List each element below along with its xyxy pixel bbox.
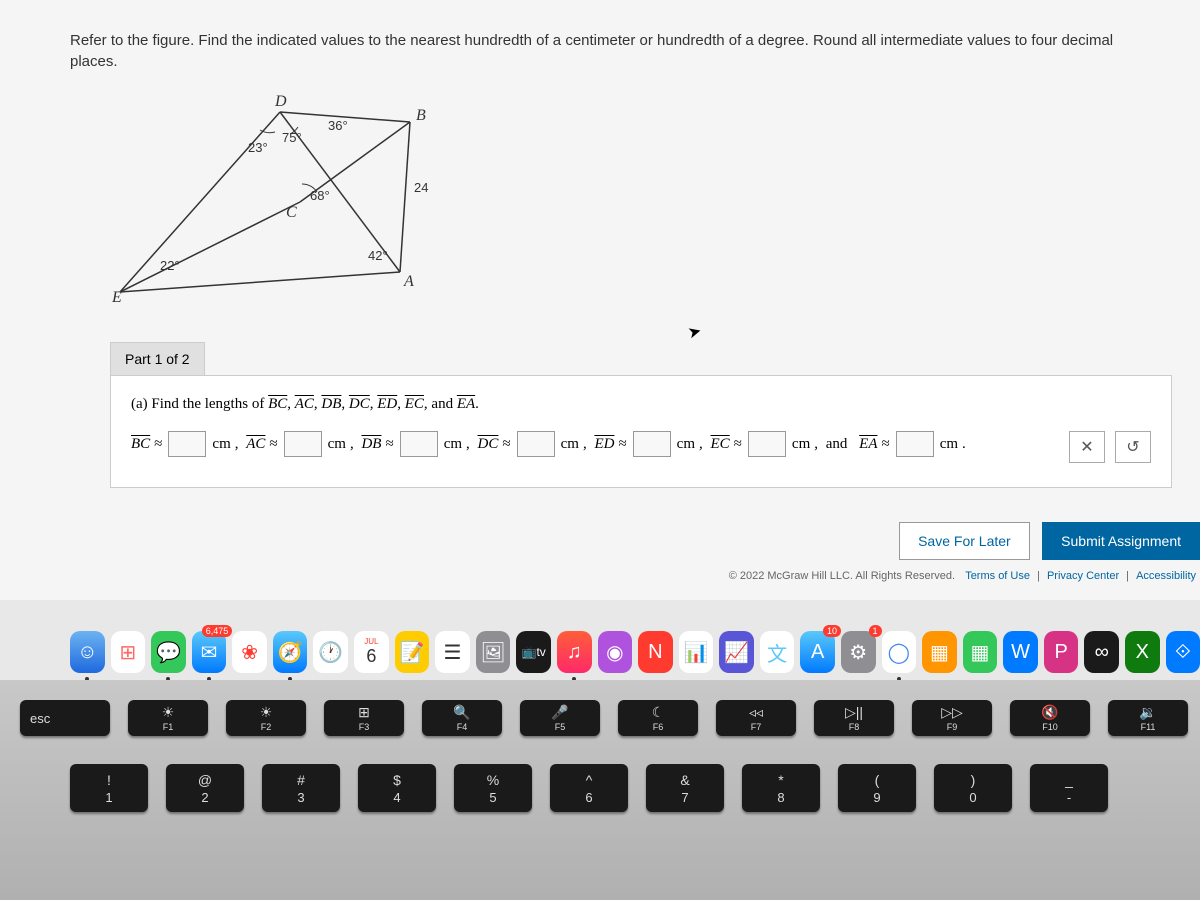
esc-key: esc: [20, 700, 110, 736]
appstore-icon[interactable]: A10: [800, 631, 835, 673]
launchpad-icon[interactable]: ⊞: [111, 631, 146, 673]
key-f11: 🔉F11: [1108, 700, 1188, 736]
podcasts-icon[interactable]: ◉: [598, 631, 633, 673]
reset-button[interactable]: ↺: [1115, 431, 1151, 463]
macos-dock: ☺ ⊞ 💬 ✉6,475 ❀ 🧭 🕐 JUL6 📝 ☰ 🖼 📺tv ♫ ◉ N …: [70, 626, 1200, 678]
reset-icon: ↺: [1126, 437, 1139, 457]
app3-icon[interactable]: ∞: [1084, 631, 1119, 673]
stocks-icon[interactable]: 📈: [719, 631, 754, 673]
key-3: #3: [262, 764, 340, 812]
key-4: $4: [358, 764, 436, 812]
part-prompt: (a) Find the lengths of BC, AC, DB, DC, …: [131, 396, 1151, 413]
svg-text:36°: 36°: [328, 118, 348, 133]
geometry-figure: E D B A C 23° 75° 36° 68° 22° 42° 24 cm: [110, 92, 430, 312]
messages-icon[interactable]: 💬: [151, 631, 186, 673]
part-body: (a) Find the lengths of BC, AC, DB, DC, …: [110, 375, 1172, 488]
key-6: ^6: [550, 764, 628, 812]
input-bc[interactable]: [168, 431, 206, 457]
settings-icon[interactable]: ⚙1: [841, 631, 876, 673]
ppt-icon[interactable]: P: [1044, 631, 1079, 673]
input-ac[interactable]: [284, 431, 322, 457]
svg-text:E: E: [111, 289, 122, 306]
app1-icon[interactable]: ▦: [922, 631, 957, 673]
svg-text:22°: 22°: [160, 258, 180, 273]
key-5: %5: [454, 764, 532, 812]
key-f10: 🔇F10: [1010, 700, 1090, 736]
excel-icon[interactable]: X: [1125, 631, 1160, 673]
word-icon[interactable]: W: [1003, 631, 1038, 673]
finder-icon[interactable]: ☺: [70, 631, 105, 673]
footer-text: © 2022 McGraw Hill LLC. All Rights Reser…: [729, 570, 1200, 582]
app2-icon[interactable]: ▦: [963, 631, 998, 673]
answer-row: BC≈ cm, AC≈ cm, DB≈ cm, DC≈ cm, ED≈ cm, …: [131, 431, 1151, 457]
content-area: Refer to the figure. Find the indicated …: [0, 0, 1200, 600]
svg-text:42°: 42°: [368, 248, 388, 263]
svg-text:75°: 75°: [282, 130, 302, 145]
svg-text:A: A: [403, 273, 414, 290]
save-for-later-button[interactable]: Save For Later: [899, 522, 1030, 560]
submit-assignment-button[interactable]: Submit Assignment: [1042, 522, 1200, 560]
music-icon[interactable]: ♫: [557, 631, 592, 673]
preview-icon[interactable]: 🖼: [476, 631, 511, 673]
svg-text:24 cm: 24 cm: [414, 180, 430, 195]
key-f9: ▷▷F9: [912, 700, 992, 736]
key-f5: 🎤F5: [520, 700, 600, 736]
key-f6: ☾F6: [618, 700, 698, 736]
calendar-icon[interactable]: JUL6: [354, 631, 389, 673]
key-9: (9: [838, 764, 916, 812]
key-1: !1: [70, 764, 148, 812]
svg-text:B: B: [416, 107, 426, 124]
appletv-icon[interactable]: 📺tv: [516, 631, 551, 673]
question-text: Refer to the figure. Find the indicated …: [70, 30, 1130, 72]
input-ec[interactable]: [748, 431, 786, 457]
key-7: &7: [646, 764, 724, 812]
svg-text:D: D: [274, 93, 287, 110]
key-f4: 🔍F4: [422, 700, 502, 736]
key-f3: ⊞F3: [324, 700, 404, 736]
clock-icon[interactable]: 🕐: [313, 631, 348, 673]
notes-icon[interactable]: 📝: [395, 631, 430, 673]
x-icon: ✕: [1080, 437, 1093, 457]
numbers-icon[interactable]: 📊: [679, 631, 714, 673]
privacy-link[interactable]: Privacy Center: [1047, 570, 1119, 582]
keyboard: esc ☀F1 ☀F2 ⊞F3 🔍F4 🎤F5 ☾F6 ◃◃F7 ▷||F8 ▷▷F9 🔇F10 🔉…: [0, 680, 1200, 900]
key-f1: ☀F1: [128, 700, 208, 736]
key-0: )0: [934, 764, 1012, 812]
chrome-icon[interactable]: ◯: [882, 631, 917, 673]
key-2: @2: [166, 764, 244, 812]
key-f7: ◃◃F7: [716, 700, 796, 736]
accessibility-link[interactable]: Accessibility: [1136, 570, 1196, 582]
key-f8: ▷||F8: [814, 700, 894, 736]
vscode-icon[interactable]: ⟐: [1166, 631, 1200, 673]
svg-text:C: C: [286, 204, 297, 221]
input-dc[interactable]: [517, 431, 555, 457]
part-header: Part 1 of 2: [110, 342, 205, 376]
input-ed[interactable]: [633, 431, 671, 457]
mail-icon[interactable]: ✉6,475: [192, 631, 227, 673]
clear-button[interactable]: ✕: [1069, 431, 1105, 463]
key-8: *8: [742, 764, 820, 812]
key--: _-: [1030, 764, 1108, 812]
input-db[interactable]: [400, 431, 438, 457]
terms-link[interactable]: Terms of Use: [965, 570, 1030, 582]
input-ea[interactable]: [896, 431, 934, 457]
translate-icon[interactable]: 文: [760, 631, 795, 673]
svg-text:68°: 68°: [310, 188, 330, 203]
reminders-icon[interactable]: ☰: [435, 631, 470, 673]
bottom-bar: Save For Later Submit Assignment: [0, 522, 1200, 560]
news-icon[interactable]: N: [638, 631, 673, 673]
safari-icon[interactable]: 🧭: [273, 631, 308, 673]
svg-text:23°: 23°: [248, 140, 268, 155]
photos-icon[interactable]: ❀: [232, 631, 267, 673]
key-f2: ☀F2: [226, 700, 306, 736]
